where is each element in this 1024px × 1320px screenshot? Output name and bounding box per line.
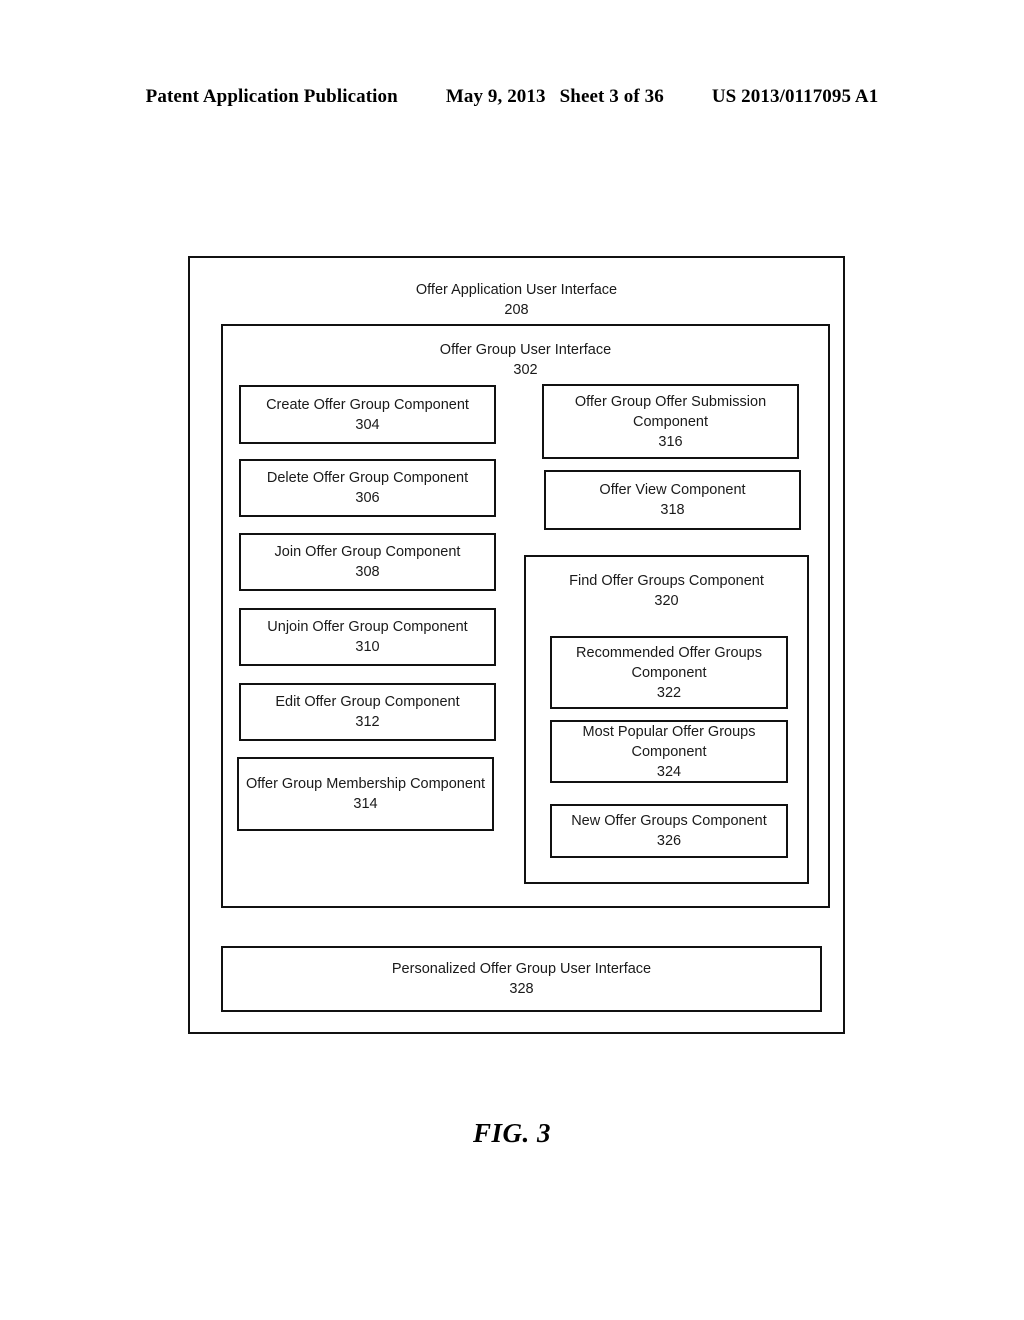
find-offer-groups-component-box: Find Offer Groups Component 320 Recommen… bbox=[524, 555, 809, 884]
recommended-offer-groups-component-title: Recommended Offer Groups Component bbox=[576, 644, 762, 681]
offer-group-user-interface-label: Offer Group User Interface 302 bbox=[223, 340, 828, 380]
header-date: May 9, 2013 bbox=[445, 86, 546, 107]
edit-offer-group-component-title: Edit Offer Group Component bbox=[275, 694, 460, 710]
join-offer-group-component-box: Join Offer Group Component 308 bbox=[239, 533, 496, 591]
offer-view-component-title: Offer View Component bbox=[599, 482, 746, 498]
delete-offer-group-component-box: Delete Offer Group Component 306 bbox=[239, 459, 496, 517]
offer-application-user-interface-ref: 208 bbox=[504, 302, 529, 318]
most-popular-offer-groups-component-ref: 324 bbox=[656, 763, 682, 780]
offer-group-offer-submission-component-label: Offer Group Offer Submission Component 3… bbox=[544, 392, 797, 452]
create-offer-group-component-label: Create Offer Group Component 304 bbox=[241, 395, 494, 435]
join-offer-group-component-title: Join Offer Group Component bbox=[274, 544, 461, 560]
personalized-offer-group-user-interface-ref: 328 bbox=[509, 981, 534, 997]
offer-group-user-interface-box: Offer Group User Interface 302 Create Of… bbox=[221, 324, 830, 908]
offer-application-user-interface-title: Offer Application User Interface bbox=[415, 282, 618, 298]
unjoin-offer-group-component-box: Unjoin Offer Group Component 310 bbox=[239, 608, 496, 666]
unjoin-offer-group-component-title: Unjoin Offer Group Component bbox=[267, 619, 468, 635]
edit-offer-group-component-ref: 312 bbox=[355, 714, 380, 730]
find-offer-groups-component-ref: 320 bbox=[654, 593, 679, 609]
join-offer-group-component-ref: 308 bbox=[355, 564, 380, 580]
new-offer-groups-component-label: New Offer Groups Component 326 bbox=[552, 811, 786, 851]
recommended-offer-groups-component-box: Recommended Offer Groups Component 322 bbox=[550, 636, 788, 709]
create-offer-group-component-title: Create Offer Group Component bbox=[266, 396, 469, 413]
edit-offer-group-component-label: Edit Offer Group Component 312 bbox=[241, 692, 494, 732]
most-popular-offer-groups-component-box: Most Popular Offer Groups Component 324 bbox=[550, 720, 788, 783]
header-sheet: Sheet 3 of 36 bbox=[559, 86, 664, 107]
offer-group-membership-component-ref: 314 bbox=[353, 796, 378, 812]
offer-group-offer-submission-component-title: Offer Group Offer Submission Component bbox=[574, 393, 767, 430]
offer-group-offer-submission-component-ref: 316 bbox=[658, 433, 683, 450]
offer-group-offer-submission-component-box: Offer Group Offer Submission Component 3… bbox=[542, 384, 799, 459]
delete-offer-group-component-ref: 306 bbox=[355, 490, 380, 506]
recommended-offer-groups-component-label: Recommended Offer Groups Component 322 bbox=[552, 643, 786, 703]
create-offer-group-component-ref: 304 bbox=[355, 416, 380, 433]
new-offer-groups-component-box: New Offer Groups Component 326 bbox=[550, 804, 788, 858]
offer-application-user-interface-label: Offer Application User Interface 208 bbox=[190, 280, 843, 320]
offer-view-component-label: Offer View Component 318 bbox=[546, 480, 799, 520]
new-offer-groups-component-title: New Offer Groups Component bbox=[571, 813, 767, 829]
personalized-offer-group-user-interface-title: Personalized Offer Group User Interface bbox=[391, 961, 652, 977]
unjoin-offer-group-component-ref: 310 bbox=[355, 639, 380, 655]
header-document-number: US 2013/0117095 A1 bbox=[711, 86, 879, 107]
personalized-offer-group-user-interface-box: Personalized Offer Group User Interface … bbox=[221, 946, 822, 1012]
unjoin-offer-group-component-label: Unjoin Offer Group Component 310 bbox=[241, 617, 494, 657]
most-popular-offer-groups-component-title: Most Popular Offer Groups Component bbox=[582, 723, 756, 760]
delete-offer-group-component-title: Delete Offer Group Component bbox=[266, 470, 469, 486]
join-offer-group-component-label: Join Offer Group Component 308 bbox=[241, 542, 494, 582]
delete-offer-group-component-label: Delete Offer Group Component 306 bbox=[241, 468, 494, 508]
new-offer-groups-component-ref: 326 bbox=[656, 833, 682, 849]
offer-application-user-interface-box: Offer Application User Interface 208 Off… bbox=[188, 256, 845, 1034]
page-header: Patent Application Publication May 9, 20… bbox=[0, 86, 1024, 108]
offer-view-component-box: Offer View Component 318 bbox=[544, 470, 801, 530]
offer-group-membership-component-box: Offer Group Membership Component 314 bbox=[237, 757, 494, 831]
find-offer-groups-component-title: Find Offer Groups Component bbox=[569, 573, 764, 589]
recommended-offer-groups-component-ref: 322 bbox=[656, 684, 682, 701]
offer-group-membership-component-label: Offer Group Membership Component 314 bbox=[239, 774, 492, 814]
figure-caption: FIG. 3 bbox=[472, 1118, 551, 1148]
most-popular-offer-groups-component-label: Most Popular Offer Groups Component 324 bbox=[552, 722, 786, 782]
offer-group-membership-component-title: Offer Group Membership Component bbox=[245, 776, 486, 792]
edit-offer-group-component-box: Edit Offer Group Component 312 bbox=[239, 683, 496, 741]
offer-group-user-interface-ref: 302 bbox=[513, 362, 538, 378]
offer-group-user-interface-title: Offer Group User Interface bbox=[439, 342, 612, 358]
find-offer-groups-component-label: Find Offer Groups Component 320 bbox=[526, 571, 807, 611]
header-publication: Patent Application Publication bbox=[145, 86, 398, 107]
offer-view-component-ref: 318 bbox=[660, 502, 685, 518]
personalized-offer-group-user-interface-label: Personalized Offer Group User Interface … bbox=[392, 959, 651, 999]
create-offer-group-component-box: Create Offer Group Component 304 bbox=[239, 385, 496, 444]
